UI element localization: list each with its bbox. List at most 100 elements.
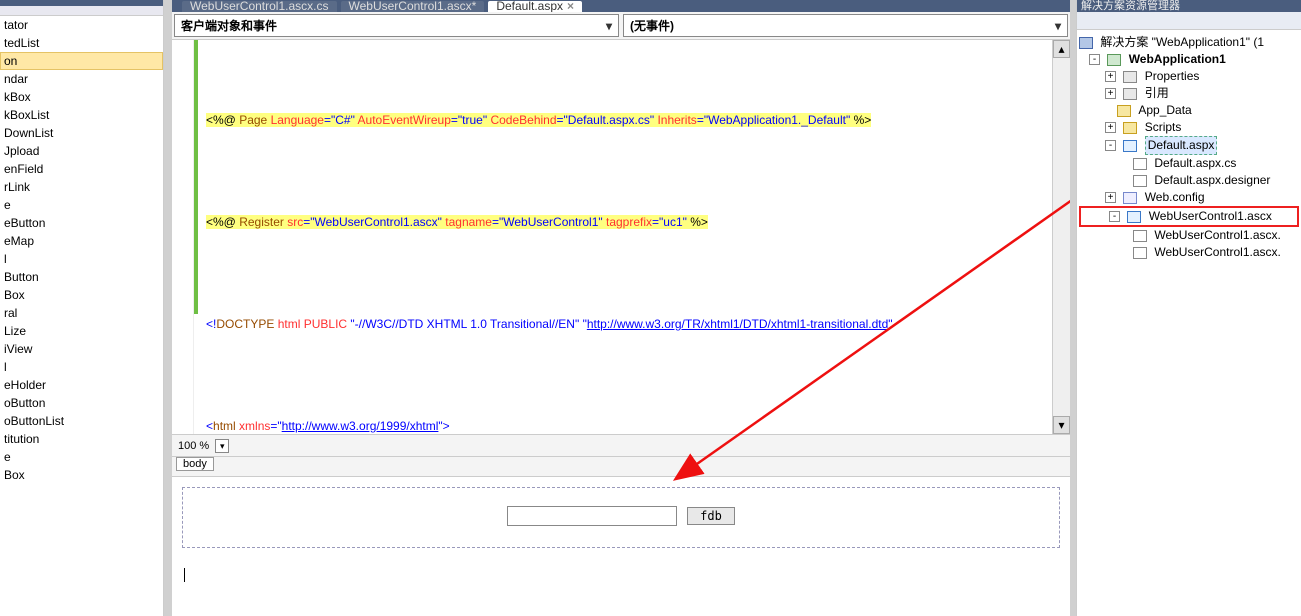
toolbox-item[interactable]: l [0, 358, 163, 376]
toolbox-item[interactable]: enField [0, 160, 163, 178]
solution-explorer-toolbar[interactable] [1077, 12, 1301, 30]
breadcrumb-bar: body [172, 456, 1070, 476]
toolbox-item[interactable]: oButton [0, 394, 163, 412]
toolbox-item[interactable]: on [0, 52, 163, 70]
folder-icon [1123, 122, 1137, 134]
tree-node-wuc-ascx-cs[interactable]: WebUserControl1.ascx. [1154, 227, 1281, 244]
cs-file-icon [1133, 247, 1147, 259]
event-dropdown-label: (无事件) [630, 17, 674, 34]
project-node[interactable]: WebApplication1 [1129, 51, 1226, 68]
toolbox-item[interactable]: Box [0, 286, 163, 304]
toolbox-item[interactable]: DownList [0, 124, 163, 142]
object-dropdown[interactable]: 客户端对象和事件 ▾ [174, 14, 619, 37]
expand-toggle[interactable]: + [1105, 71, 1116, 82]
toolbox-item[interactable]: kBoxList [0, 106, 163, 124]
document-tab[interactable]: Default.aspx × [488, 1, 582, 12]
toolbox-item[interactable]: Lize [0, 322, 163, 340]
tree-node-references[interactable]: 引用 [1145, 85, 1169, 102]
event-dropdown[interactable]: (无事件) ▾ [623, 14, 1068, 37]
tree-node-wuc-ascx-des[interactable]: WebUserControl1.ascx. [1154, 244, 1281, 261]
config-file-icon [1123, 192, 1137, 204]
scroll-up-button[interactable]: ▴ [1053, 40, 1070, 58]
ascx-file-icon [1127, 211, 1141, 223]
text-caret [184, 568, 185, 582]
toolbox-header [0, 6, 163, 16]
solution-explorer-panel: 解决方案资源管理器 解决方案 "WebApplication1" (1 - We… [1076, 0, 1301, 616]
solution-node[interactable]: 解决方案 "WebApplication1" (1 [1100, 34, 1264, 51]
chevron-down-icon: ▾ [1055, 19, 1061, 33]
tree-node-properties[interactable]: Properties [1145, 68, 1200, 85]
solution-icon [1079, 37, 1093, 49]
toolbox-item[interactable]: tator [0, 16, 163, 34]
cs-file-icon [1133, 158, 1147, 170]
form-outline: fdb [182, 487, 1060, 548]
toolbox-item[interactable]: Button [0, 268, 163, 286]
zoom-bar: 100 % ▾ [172, 434, 1070, 456]
chevron-down-icon: ▾ [606, 19, 612, 33]
document-tab-label: Default.aspx [496, 1, 563, 12]
tree-node-default-aspx-designer[interactable]: Default.aspx.designer [1154, 172, 1270, 189]
toolbox-item[interactable]: iView [0, 340, 163, 358]
cs-file-icon [1133, 175, 1147, 187]
design-surface[interactable]: fdb [172, 476, 1070, 616]
toolbox-item[interactable]: eMap [0, 232, 163, 250]
solution-explorer-title: 解决方案资源管理器 [1077, 0, 1301, 12]
expand-toggle[interactable]: + [1105, 122, 1116, 133]
solution-tree[interactable]: 解决方案 "WebApplication1" (1 - WebApplicati… [1077, 30, 1301, 265]
toolbox-panel: tatortedListonndarkBoxkBoxListDownListJp… [0, 0, 164, 616]
editor-column: WebUserControl1.ascx.cs WebUserControl1.a… [172, 0, 1070, 616]
project-icon [1107, 54, 1121, 66]
vertical-splitter-left[interactable] [164, 0, 172, 616]
toolbox-item[interactable]: ndar [0, 70, 163, 88]
scroll-down-button[interactable]: ▾ [1053, 416, 1070, 434]
toolbox-item[interactable]: ral [0, 304, 163, 322]
tree-node-default-aspx-cs[interactable]: Default.aspx.cs [1154, 155, 1236, 172]
toolbox-item[interactable]: e [0, 196, 163, 214]
toolbox-item[interactable]: titution [0, 430, 163, 448]
properties-icon [1123, 71, 1137, 83]
tree-node-appdata[interactable]: App_Data [1138, 102, 1191, 119]
code-editor[interactable]: <%@ Page Language="C#" AutoEventWireup="… [194, 40, 1052, 434]
expand-toggle[interactable]: - [1089, 54, 1100, 65]
aspx-file-icon [1123, 140, 1137, 152]
expand-toggle[interactable]: - [1109, 211, 1120, 222]
toolbox-item[interactable]: Jpload [0, 142, 163, 160]
toolbox-item[interactable]: tedList [0, 34, 163, 52]
zoom-value: 100 % [178, 440, 209, 452]
toolbox-list: tatortedListonndarkBoxkBoxListDownListJp… [0, 16, 163, 484]
document-tab[interactable]: WebUserControl1.ascx* [341, 1, 485, 12]
toolbox-item[interactable]: eButton [0, 214, 163, 232]
document-tab-label: WebUserControl1.ascx* [349, 1, 477, 12]
document-tab[interactable]: WebUserControl1.ascx.cs [182, 1, 337, 12]
toolbox-item[interactable]: eHolder [0, 376, 163, 394]
vertical-scrollbar[interactable]: ▴ ▾ [1052, 40, 1070, 434]
xmlns-link[interactable]: http://www.w3.org/1999/xhtml [282, 419, 439, 433]
tree-node-webconfig[interactable]: Web.config [1145, 189, 1205, 206]
tree-node-wuc-ascx[interactable]: WebUserControl1.ascx [1149, 208, 1272, 225]
design-button[interactable]: fdb [687, 507, 735, 525]
document-tabs-bar: WebUserControl1.ascx.cs WebUserControl1.a… [172, 0, 1070, 12]
toolbox-item[interactable]: e [0, 448, 163, 466]
zoom-dropdown-button[interactable]: ▾ [215, 439, 229, 453]
toolbox-item[interactable]: kBox [0, 88, 163, 106]
tree-node-scripts[interactable]: Scripts [1145, 119, 1182, 136]
toolbox-item[interactable]: oButtonList [0, 412, 163, 430]
cs-file-icon [1133, 230, 1147, 242]
references-icon [1123, 88, 1137, 100]
object-dropdown-label: 客户端对象和事件 [181, 17, 277, 34]
tree-node-default-aspx[interactable]: Default.aspx [1145, 136, 1218, 155]
expand-toggle[interactable]: - [1105, 140, 1116, 151]
member-dropdown-bar: 客户端对象和事件 ▾ (无事件) ▾ [172, 12, 1070, 40]
breadcrumb-body[interactable]: body [176, 457, 214, 471]
folder-icon [1117, 105, 1131, 117]
toolbox-item[interactable]: rLink [0, 178, 163, 196]
close-icon[interactable]: × [567, 1, 574, 12]
dtd-link[interactable]: http://www.w3.org/TR/xhtml1/DTD/xhtml1-t… [587, 317, 888, 331]
expand-toggle[interactable]: + [1105, 192, 1116, 203]
document-tab-label: WebUserControl1.ascx.cs [190, 1, 329, 12]
toolbox-item[interactable]: Box [0, 466, 163, 484]
code-editor-wrap: <%@ Page Language="C#" AutoEventWireup="… [172, 40, 1070, 434]
toolbox-item[interactable]: l [0, 250, 163, 268]
design-textbox[interactable] [507, 506, 677, 526]
expand-toggle[interactable]: + [1105, 88, 1116, 99]
